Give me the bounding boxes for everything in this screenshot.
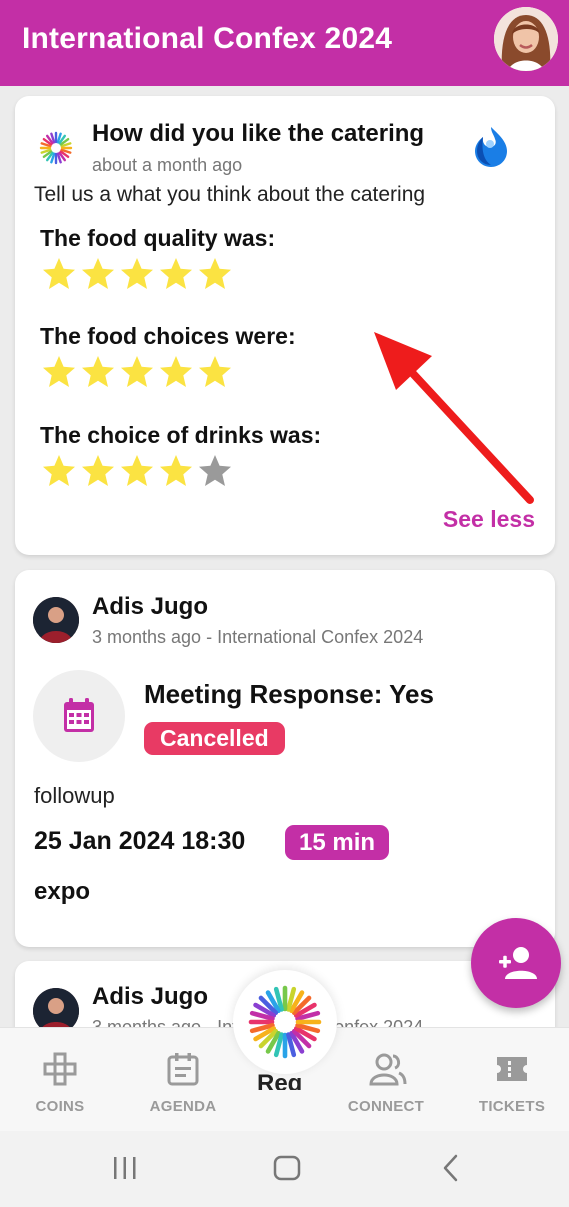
back-icon[interactable] [440,1153,462,1183]
confex-logo-icon [39,131,73,165]
rating-stars[interactable] [41,453,233,489]
coins-icon [43,1052,77,1086]
star-empty-icon[interactable] [197,453,233,489]
survey-title: How did you like the catering [92,120,425,147]
status-badge: Cancelled [144,722,285,755]
star-filled-icon[interactable] [80,453,116,489]
rating-stars[interactable] [41,256,233,292]
survey-time: about a month ago [92,155,243,175]
star-filled-icon[interactable] [197,256,233,292]
connect-icon [369,1053,407,1086]
nav-connect[interactable]: CONNECT [326,1028,446,1132]
home-icon[interactable] [272,1153,302,1183]
see-less-link[interactable]: See less [443,506,535,533]
survey-card: How did you like the catering about a mo… [15,96,555,555]
question-label: The food quality was: [40,225,276,251]
star-filled-icon[interactable] [119,256,155,292]
nav-label: AGENDA [149,1098,217,1115]
calendar-icon [64,698,94,732]
star-filled-icon[interactable] [158,453,194,489]
star-filled-icon[interactable] [119,354,155,390]
meeting-datetime: 25 Jan 2024 18:30 [34,827,246,855]
author-name: Adis Jugo [92,983,209,1010]
survey-description: Tell us a what you think about the cater… [34,183,426,206]
profile-avatar[interactable] [494,7,558,71]
app-title: International Confex 2024 [22,22,393,55]
add-person-icon [499,947,537,979]
nav-agenda[interactable]: AGENDA [123,1028,243,1132]
question-label: The food choices were: [40,323,296,349]
author-avatar[interactable] [33,597,79,643]
star-filled-icon[interactable] [41,354,77,390]
survey-app-icon [475,127,507,167]
tickets-icon [497,1057,527,1081]
nav-label: TICKETS [478,1098,546,1115]
question-label: The choice of drinks was: [40,422,322,448]
star-filled-icon[interactable] [158,256,194,292]
add-contact-button[interactable] [471,918,561,1008]
meeting-note: followup [34,783,115,808]
nav-tickets[interactable]: TICKETS [452,1028,569,1132]
recent-apps-icon[interactable] [112,1153,138,1183]
duration-badge: 15 min [285,825,390,860]
meeting-title: Meeting Response: Yes [144,679,434,709]
nav-coins[interactable]: COINS [0,1028,120,1132]
star-filled-icon[interactable] [80,256,116,292]
confex-logo-icon [248,985,322,1059]
star-filled-icon[interactable] [80,354,116,390]
star-filled-icon[interactable] [41,256,77,292]
post-meta: 3 months ago - International Confex 2024 [92,627,424,647]
calendar-icon-circle [33,670,125,762]
meeting-location: expo [34,878,91,905]
system-navigation-bar [0,1131,569,1207]
star-filled-icon[interactable] [41,453,77,489]
rating-stars[interactable] [41,354,233,390]
star-filled-icon[interactable] [119,453,155,489]
star-filled-icon[interactable] [158,354,194,390]
nav-label: CONNECT [347,1098,425,1115]
meeting-card[interactable]: Adis Jugo 3 months ago - International C… [15,570,555,947]
author-name: Adis Jugo [92,593,209,620]
nav-label: COINS [35,1098,85,1115]
agenda-icon [167,1053,199,1086]
center-home-button[interactable] [233,970,337,1074]
star-filled-icon[interactable] [197,354,233,390]
app-header: International Confex 2024 [0,0,569,86]
